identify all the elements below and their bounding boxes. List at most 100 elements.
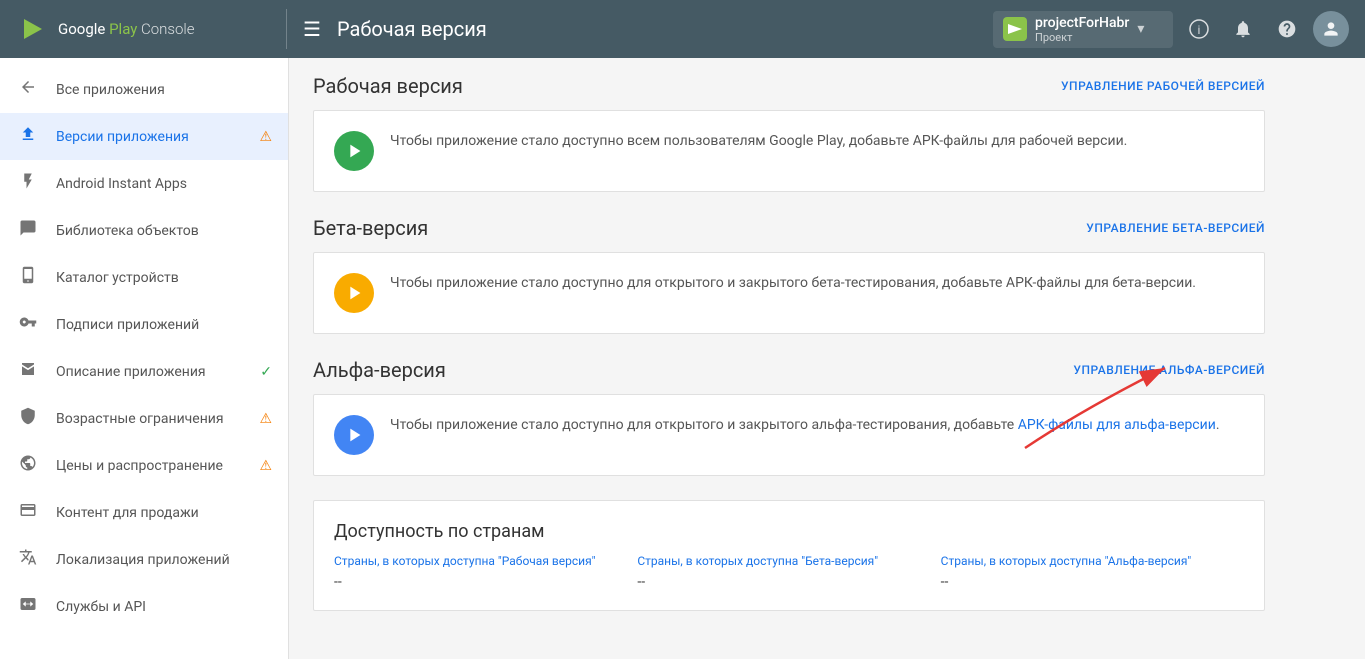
svg-text:i: i [1198, 23, 1201, 37]
shield-icon [16, 407, 40, 430]
availability-col1-title: Страны, в которых доступна "Рабочая верс… [334, 554, 621, 568]
sidebar-item-localization-label: Локализация приложений [56, 552, 272, 568]
beta-section-title: Бета-версия [313, 216, 428, 240]
project-selector[interactable]: projectForHabr Проект ▾ [993, 11, 1173, 48]
production-section-title: Рабочая версия [313, 74, 463, 98]
beta-section: Бета-версия УПРАВЛЕНИЕ БЕТА-ВЕРСИЕЙ Чтоб… [313, 216, 1265, 334]
play-icon [343, 140, 365, 162]
instant-apps-icon [16, 172, 40, 195]
sidebar-item-signatures[interactable]: Подписи приложений [0, 301, 288, 348]
header: Google Play Console ☰ Рабочая версия pro… [0, 0, 1365, 58]
upload-icon [16, 125, 40, 148]
sidebar-item-content-label: Контент для продажи [56, 505, 272, 521]
manage-alpha-button[interactable]: УПРАВЛЕНИЕ АЛЬФА-ВЕРСИЕЙ [1073, 363, 1265, 377]
description-success-badge: ✓ [260, 364, 272, 380]
notifications-button[interactable] [1225, 11, 1261, 47]
info-icon: i [1189, 19, 1209, 39]
sidebar: Все приложения Версии приложения ⚠ Andro… [0, 58, 289, 659]
header-divider [286, 9, 287, 49]
body: Все приложения Версии приложения ⚠ Andro… [0, 58, 1365, 659]
store-icon [16, 360, 40, 383]
beta-card-text: Чтобы приложение стало доступно для откр… [390, 273, 1196, 294]
project-sub: Проект [1035, 31, 1129, 44]
play-icon-beta [343, 282, 365, 304]
sidebar-item-age[interactable]: Возрастные ограничения ⚠ [0, 395, 288, 442]
availability-col2-title: Страны, в которых доступна "Бета-версия" [637, 554, 924, 568]
back-icon [16, 78, 40, 101]
beta-section-header: Бета-версия УПРАВЛЕНИЕ БЕТА-ВЕРСИЕЙ [313, 216, 1265, 240]
beta-card-icon [334, 273, 374, 313]
production-card-icon [334, 131, 374, 171]
availability-title: Доступность по странам [334, 521, 1244, 542]
sidebar-item-description[interactable]: Описание приложения ✓ [0, 348, 288, 395]
alpha-card: Чтобы приложение стало доступно для откр… [313, 394, 1265, 476]
production-section-header: Рабочая версия УПРАВЛЕНИЕ РАБОЧЕЙ ВЕРСИЕ… [313, 74, 1265, 98]
beta-card: Чтобы приложение стало доступно для откр… [313, 252, 1265, 334]
page-title: Рабочая версия [337, 17, 993, 41]
sidebar-item-versions-label: Версии приложения [56, 129, 243, 145]
globe-icon [16, 454, 40, 477]
sidebar-item-catalog-label: Каталог устройств [56, 270, 272, 286]
prices-warning-badge: ⚠ [259, 458, 272, 474]
availability-col-alpha: Страны, в которых доступна "Альфа-версия… [941, 554, 1244, 590]
production-section: Рабочая версия УПРАВЛЕНИЕ РАБОЧЕЙ ВЕРСИЕ… [313, 74, 1265, 192]
availability-col3-title: Страны, в которых доступна "Альфа-версия… [941, 554, 1228, 568]
age-warning-badge: ⚠ [259, 411, 272, 427]
manage-production-button[interactable]: УПРАВЛЕНИЕ РАБОЧЕЙ ВЕРСИЕЙ [1061, 79, 1265, 93]
account-avatar[interactable] [1313, 11, 1349, 47]
alpha-section-header: Альфа-версия УПРАВЛЕНИЕ АЛЬФА-ВЕРСИЕЙ [313, 358, 1265, 382]
sidebar-item-prices-label: Цены и распространение [56, 458, 243, 474]
key-icon [16, 313, 40, 336]
production-card: Чтобы приложение стало доступно всем пол… [313, 110, 1265, 192]
project-name: projectForHabr [1035, 15, 1129, 31]
sidebar-item-catalog[interactable]: Каталог устройств [0, 254, 288, 301]
availability-cols: Страны, в которых доступна "Рабочая верс… [334, 554, 1244, 590]
logo-text: Google Play Console [58, 20, 195, 38]
sidebar-item-services[interactable]: Службы и API [0, 583, 288, 630]
sidebar-item-library-label: Библиотека объектов [56, 223, 272, 239]
main-content: Рабочая версия УПРАВЛЕНИЕ РАБОЧЕЙ ВЕРСИЕ… [289, 58, 1365, 659]
logo: Google Play Console [16, 13, 286, 45]
sidebar-item-all-apps-label: Все приложения [56, 82, 272, 98]
sidebar-item-all-apps[interactable]: Все приложения [0, 66, 288, 113]
info-button[interactable]: i [1181, 11, 1217, 47]
play-store-logo-icon [16, 13, 48, 45]
sidebar-item-instant-label: Android Instant Apps [56, 176, 272, 192]
sidebar-item-services-label: Службы и API [56, 599, 272, 615]
sidebar-item-prices[interactable]: Цены и распространение ⚠ [0, 442, 288, 489]
manage-beta-button[interactable]: УПРАВЛЕНИЕ БЕТА-ВЕРСИЕЙ [1086, 221, 1265, 235]
production-card-text: Чтобы приложение стало доступно всем пол… [390, 131, 1127, 152]
menu-icon[interactable]: ☰ [303, 17, 321, 41]
alpha-card-text: Чтобы приложение стало доступно для откр… [390, 415, 1220, 436]
sidebar-item-versions[interactable]: Версии приложения ⚠ [0, 113, 288, 160]
availability-col1-value: -- [334, 574, 621, 590]
project-logo-icon [1006, 20, 1024, 38]
availability-col3-value: -- [941, 574, 1228, 590]
library-icon [16, 219, 40, 242]
help-icon [1277, 19, 1297, 39]
alpha-section: Альфа-версия УПРАВЛЕНИЕ АЛЬФА-ВЕРСИЕЙ [313, 358, 1265, 476]
sidebar-item-instant[interactable]: Android Instant Apps [0, 160, 288, 207]
chevron-down-icon: ▾ [1137, 21, 1144, 37]
project-icon [1003, 17, 1027, 41]
project-info: projectForHabr Проект [1035, 15, 1129, 44]
sidebar-item-library[interactable]: Библиотека объектов [0, 207, 288, 254]
bell-icon [1233, 19, 1253, 39]
alpha-card-icon [334, 415, 374, 455]
devices-icon [16, 266, 40, 289]
alpha-apk-link[interactable]: АРК-файлы для альфа-версии [1018, 417, 1216, 433]
sidebar-item-description-label: Описание приложения [56, 364, 244, 380]
header-right: projectForHabr Проект ▾ i [993, 11, 1349, 48]
play-icon-alpha [343, 424, 365, 446]
availability-col-beta: Страны, в которых доступна "Бета-версия"… [637, 554, 940, 590]
account-icon [1321, 19, 1341, 39]
sidebar-item-content[interactable]: Контент для продажи [0, 489, 288, 536]
availability-section: Доступность по странам Страны, в которых… [313, 500, 1265, 611]
help-button[interactable] [1269, 11, 1305, 47]
translate-icon [16, 548, 40, 571]
sidebar-item-age-label: Возрастные ограничения [56, 411, 243, 427]
alpha-card-text-part1: Чтобы приложение стало доступно для откр… [390, 417, 1018, 433]
payment-icon [16, 501, 40, 524]
sidebar-item-signatures-label: Подписи приложений [56, 317, 272, 333]
sidebar-item-localization[interactable]: Локализация приложений [0, 536, 288, 583]
